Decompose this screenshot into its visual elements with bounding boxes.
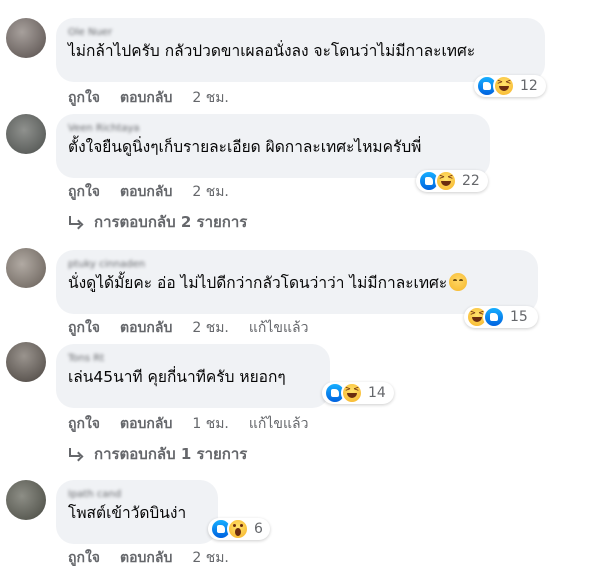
replies-label: การตอบกลับ 1 รายการ [94,445,248,463]
avatar[interactable] [6,114,46,154]
reaction-summary[interactable]: 15 [464,306,538,328]
comment-text: โพสต์เข้าวัดบินง่า [68,504,187,522]
comment-actions: ถูกใจ ตอบกลับ 1 ชม. แก้ไขแล้ว [68,414,308,434]
like-button[interactable]: ถูกใจ [68,88,100,108]
comment-timestamp[interactable]: 2 ชม. [192,318,229,338]
comment-actions: ถูกใจ ตอบกลับ 2 ชม. [68,182,229,202]
like-button[interactable]: ถูกใจ [68,548,100,568]
comment-author[interactable]: Ole Nuer [68,26,533,40]
avatar[interactable] [6,248,46,288]
comment-author[interactable]: ptuky cinnaden [68,258,526,272]
reaction-summary[interactable]: 22 [416,170,488,192]
reply-button[interactable]: ตอบกลับ [120,414,172,434]
reaction-count: 14 [368,385,386,401]
comment-author[interactable]: Tons Rt [68,352,318,366]
like-button[interactable]: ถูกใจ [68,182,100,202]
comment-text-body: นั่งดูได้มั้ยคะ อ่อ ไม่ไปดีกว่ากลัวโดนว่… [68,274,448,292]
comment-actions: ถูกใจ ตอบกลับ 2 ชม. แก้ไขแล้ว [68,318,308,338]
view-replies-link[interactable]: การตอบกลับ 2 รายการ [68,212,247,232]
comment-author[interactable]: Ipath cand [68,488,206,502]
comment-timestamp[interactable]: 2 ชม. [192,88,229,108]
reply-button[interactable]: ตอบกลับ [120,88,172,108]
avatar[interactable] [6,18,46,58]
view-replies-link[interactable]: การตอบกลับ 1 รายการ [68,444,247,464]
reply-button[interactable]: ตอบกลับ [120,548,172,568]
edited-label[interactable]: แก้ไขแล้ว [249,414,309,434]
replies-label: การตอบกลับ 2 รายการ [94,213,248,231]
haha-icon [493,75,515,97]
reaction-summary[interactable]: 6 [208,518,270,540]
comment-bubble: Veen Richtaya ตั้งใจยืนดูนิ่งๆเก็บรายละเ… [56,114,490,178]
reaction-count: 15 [510,309,528,325]
reply-arrow-icon [68,216,80,228]
reaction-count: 6 [254,521,263,537]
comment-bubble: Ipath cand โพสต์เข้าวัดบินง่า [56,480,218,544]
haha-icon [341,382,363,404]
like-button[interactable]: ถูกใจ [68,318,100,338]
reaction-count: 22 [462,173,480,189]
comment-actions: ถูกใจ ตอบกลับ 2 ชม. [68,88,229,108]
comment-text: เล่น45นาที คุยกี่นาทีครับ หยอกๆ [68,368,286,386]
comment-text: ไม่กล้าไปครับ กลัวปวดขาเผลอนั่งลง จะโดนว… [68,42,476,60]
comment-timestamp[interactable]: 2 ชม. [192,182,229,202]
reply-button[interactable]: ตอบกลับ [120,182,172,202]
comment-text: ตั้งใจยืนดูนิ่งๆเก็บรายละเอียด ผิดกาละเท… [68,138,422,156]
haha-icon [435,170,457,192]
comment-bubble: Tons Rt เล่น45นาที คุยกี่นาทีครับ หยอกๆ [56,344,330,408]
comment-timestamp[interactable]: 2 ชม. [192,548,229,568]
avatar[interactable] [6,342,46,382]
reaction-count: 12 [520,78,538,94]
reply-button[interactable]: ตอบกลับ [120,318,172,338]
like-icon [483,306,505,328]
like-button[interactable]: ถูกใจ [68,414,100,434]
wow-icon [227,518,249,540]
comment-timestamp[interactable]: 1 ชม. [192,414,229,434]
comment-bubble: ptuky cinnaden นั่งดูได้มั้ยคะ อ่อ ไม่ไป… [56,250,538,314]
reaction-summary[interactable]: 12 [474,75,546,97]
comment-text: นั่งดูได้มั้ยคะ อ่อ ไม่ไปดีกว่ากลัวโดนว่… [68,272,526,294]
smiling-emoji-icon [449,273,468,291]
avatar[interactable] [6,480,46,520]
reaction-summary[interactable]: 14 [322,382,394,404]
comment-bubble: Ole Nuer ไม่กล้าไปครับ กลัวปวดขาเผลอนั่ง… [56,18,545,82]
comment-author[interactable]: Veen Richtaya [68,122,478,136]
comment-actions: ถูกใจ ตอบกลับ 2 ชม. [68,548,229,568]
edited-label[interactable]: แก้ไขแล้ว [249,318,309,338]
reply-arrow-icon [68,448,80,460]
